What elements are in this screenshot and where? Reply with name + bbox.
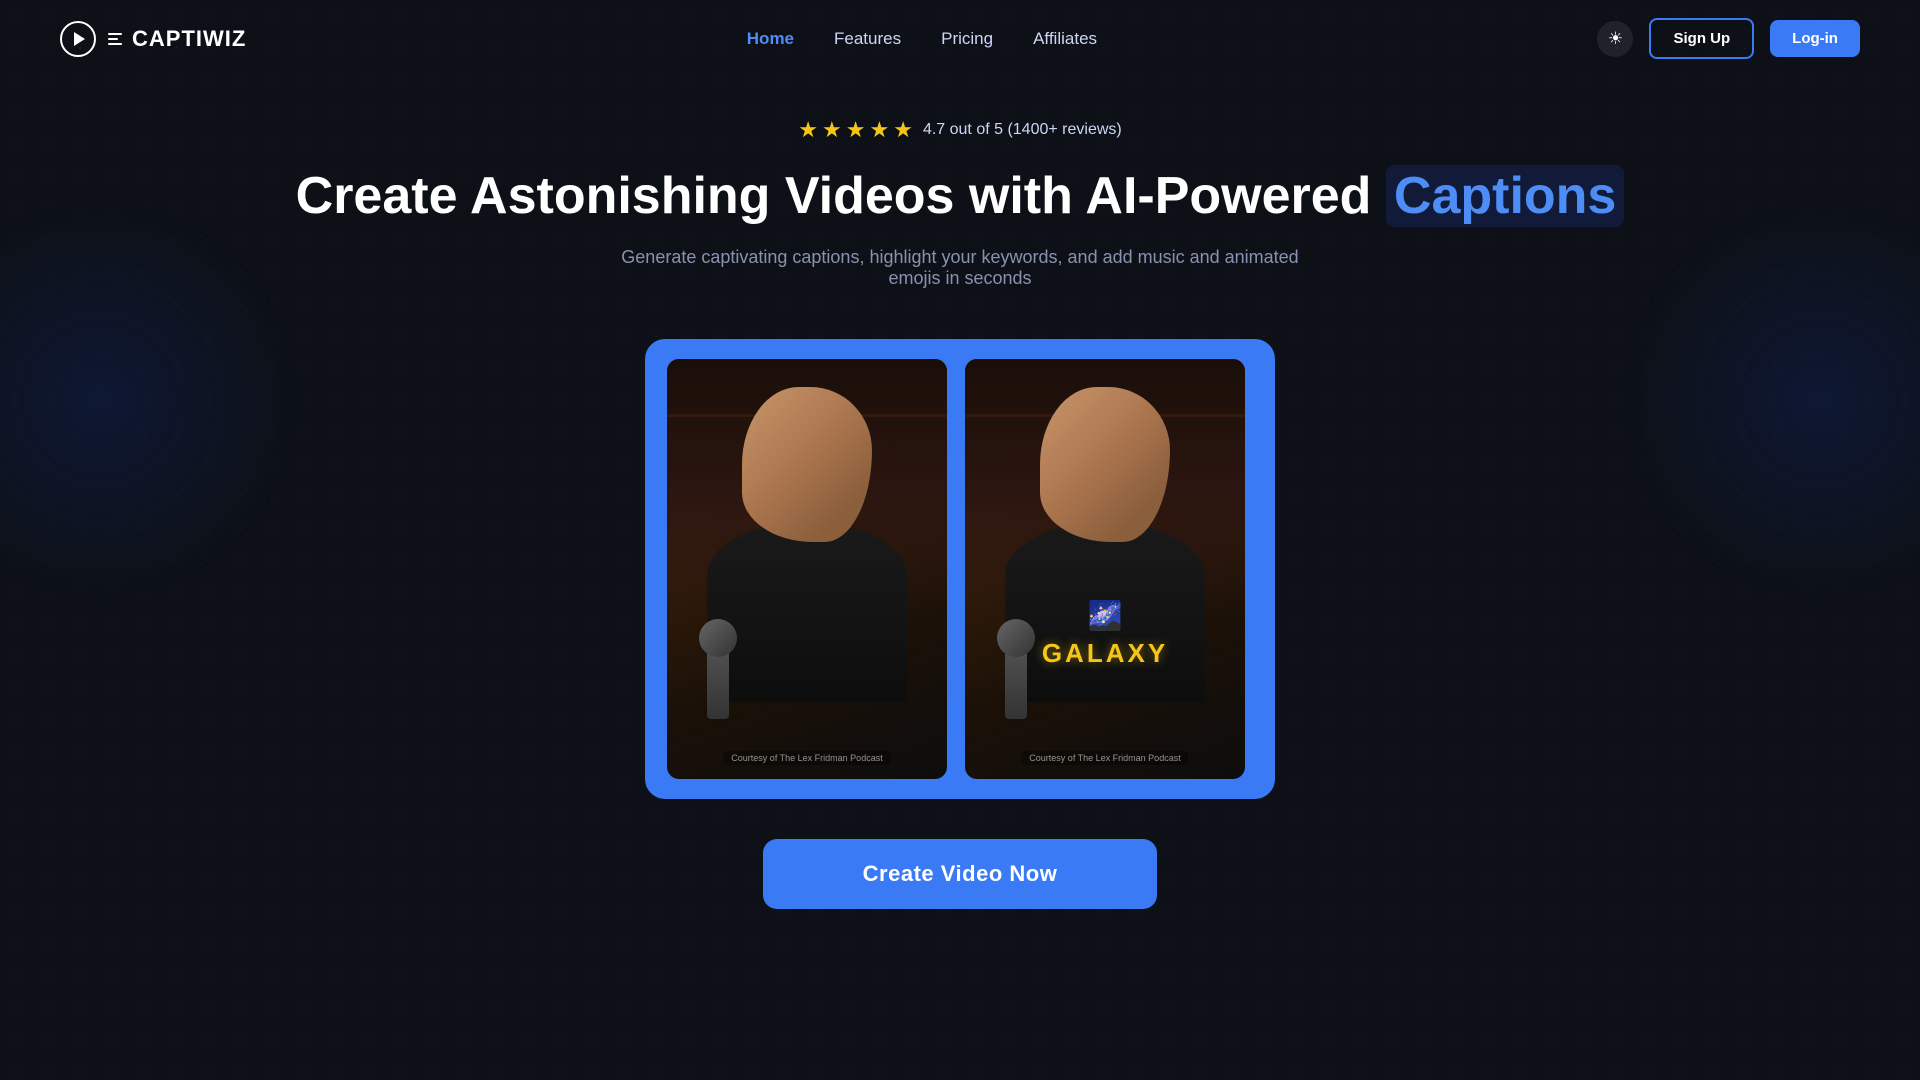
logo-lines [108, 33, 122, 45]
create-video-button[interactable]: Create Video Now [763, 839, 1158, 909]
star-5: ★ [893, 117, 913, 143]
hero-heading: Create Astonishing Videos with AI-Powere… [296, 167, 1625, 227]
logo-icon [60, 21, 96, 57]
nav-link-features[interactable]: Features [834, 29, 901, 48]
mic-after [1005, 639, 1027, 719]
stars: ★ ★ ★ ★ ★ [798, 117, 913, 143]
mic-before [707, 639, 729, 719]
logo-line-3 [108, 43, 122, 45]
nav-item-features[interactable]: Features [834, 29, 901, 49]
login-button[interactable]: Log-in [1770, 20, 1860, 57]
cta-section: Create Video Now [0, 839, 1920, 929]
nav-link-affiliates[interactable]: Affiliates [1033, 29, 1097, 48]
nav-item-affiliates[interactable]: Affiliates [1033, 29, 1097, 49]
video-comparison-container: Courtesy of The Lex Fridman Podcast 🌌 GA… [645, 339, 1275, 799]
nav-link-pricing[interactable]: Pricing [941, 29, 993, 48]
heading-highlight: Captions [1386, 165, 1624, 227]
mic-head-before [699, 619, 737, 657]
logo-line-1 [108, 33, 122, 35]
heading-plain: Create Astonishing Videos with AI-Powere… [296, 167, 1386, 225]
nav-item-home[interactable]: Home [747, 29, 794, 49]
nav-links: Home Features Pricing Affiliates [747, 29, 1097, 49]
rating-text: 4.7 out of 5 (1400+ reviews) [923, 121, 1122, 139]
watermark-before: Courtesy of The Lex Fridman Podcast [723, 751, 890, 765]
star-4: ★ [869, 117, 889, 143]
hero-subtext: Generate captivating captions, highlight… [610, 247, 1310, 289]
star-3: ★ [846, 117, 866, 143]
navbar: CAPTIWIZ Home Features Pricing Affiliate… [0, 0, 1920, 77]
signup-button[interactable]: Sign Up [1649, 18, 1754, 59]
head-before [742, 387, 872, 542]
nav-right: ☀ Sign Up Log-in [1597, 18, 1860, 59]
video-card-before: Courtesy of The Lex Fridman Podcast [667, 359, 947, 779]
body-before [707, 522, 907, 702]
head-after [1040, 387, 1170, 542]
galaxy-emoji: 🌌 [1088, 599, 1123, 632]
galaxy-text: GALAXY [1042, 638, 1168, 669]
logo[interactable]: CAPTIWIZ [60, 21, 246, 57]
mic-head-after [997, 619, 1035, 657]
theme-toggle-button[interactable]: ☀ [1597, 21, 1633, 57]
star-2: ★ [822, 117, 842, 143]
caption-overlay: 🌌 GALAXY [1042, 599, 1168, 669]
logo-line-2 [108, 38, 118, 40]
watermark-after: Courtesy of The Lex Fridman Podcast [1021, 751, 1188, 765]
video-card-after: 🌌 GALAXY Courtesy of The Lex Fridman Pod… [965, 359, 1245, 779]
rating-row: ★ ★ ★ ★ ★ 4.7 out of 5 (1400+ reviews) [798, 117, 1121, 143]
nav-item-pricing[interactable]: Pricing [941, 29, 993, 49]
logo-text: CAPTIWIZ [132, 26, 246, 52]
main-content: ★ ★ ★ ★ ★ 4.7 out of 5 (1400+ reviews) C… [0, 77, 1920, 929]
star-1: ★ [798, 117, 818, 143]
nav-link-home[interactable]: Home [747, 29, 794, 48]
